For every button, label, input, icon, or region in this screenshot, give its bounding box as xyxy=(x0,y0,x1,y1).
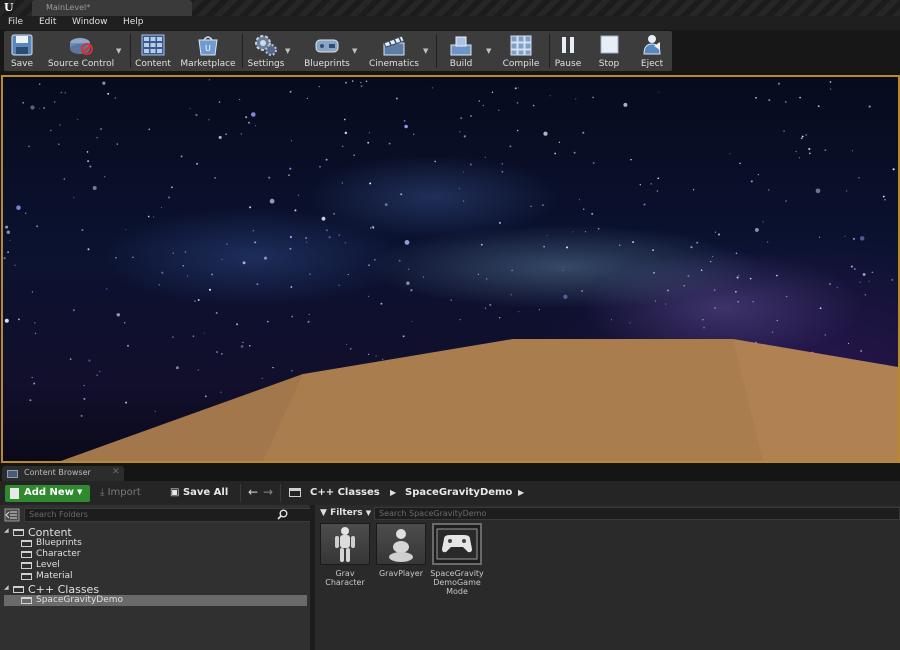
compile-button[interactable]: Compile xyxy=(500,31,542,71)
new-file-icon xyxy=(10,488,19,499)
stop-icon xyxy=(600,35,619,54)
chevron-down-icon: ▼ xyxy=(77,488,83,496)
ground-plane xyxy=(61,339,898,461)
toggle-sources-icon[interactable] xyxy=(4,508,20,522)
import-button[interactable]: ⤓ Import xyxy=(100,487,141,498)
toolbar-separator xyxy=(436,34,437,68)
menu-edit[interactable]: Edit xyxy=(39,17,56,27)
filters-label: Filters xyxy=(330,508,363,518)
add-new-button[interactable]: Add New ▼ xyxy=(5,485,90,502)
forward-arrow-icon[interactable]: → xyxy=(263,485,273,499)
folder-icon xyxy=(13,529,24,536)
toolbar-separator xyxy=(240,484,241,502)
gamepad-icon xyxy=(436,528,478,560)
level-viewport[interactable] xyxy=(1,75,900,463)
content-browser-tab-icon xyxy=(7,470,18,478)
filter-funnel-icon: ▼ xyxy=(320,508,327,518)
breadcrumb-separator-icon[interactable]: ▶ xyxy=(390,488,396,497)
folder-icon xyxy=(21,562,32,569)
build-dropdown-icon[interactable]: ▼ xyxy=(486,47,491,55)
asset-search-input[interactable]: Search SpaceGravityDemo xyxy=(374,507,900,520)
source-control-icon xyxy=(70,38,93,55)
build-icon xyxy=(450,36,472,56)
back-arrow-icon[interactable]: ← xyxy=(248,485,258,499)
asset-thumbnail xyxy=(320,523,370,565)
marketplace-button[interactable]: U Marketplace xyxy=(178,31,238,71)
eject-button[interactable]: Eject xyxy=(635,31,669,71)
folder-icon xyxy=(21,597,32,604)
menu-window[interactable]: Window xyxy=(72,17,108,27)
toolbar-separator xyxy=(549,34,550,68)
import-icon: ⤓ xyxy=(100,487,105,498)
toolbar-separator xyxy=(242,34,243,68)
add-new-label: Add New xyxy=(24,487,74,498)
pause-button[interactable]: Pause xyxy=(552,31,584,71)
settings-button[interactable]: Settings xyxy=(246,31,286,71)
settings-dropdown-icon[interactable]: ▼ xyxy=(285,47,290,55)
compile-icon xyxy=(510,35,532,56)
folder-icon xyxy=(21,551,32,558)
main-toolbar: Save Source Control ▼ Content U Marketpl… xyxy=(0,30,900,72)
character-mannequin-icon xyxy=(335,527,355,562)
save-button[interactable]: Save xyxy=(4,31,40,71)
search-icon[interactable] xyxy=(277,509,288,520)
source-control-dropdown-icon[interactable]: ▼ xyxy=(116,47,121,55)
save-all-icon: ▣ xyxy=(170,487,180,498)
cinematics-button[interactable]: Cinematics xyxy=(366,31,422,71)
level-tab[interactable]: MainLevel* xyxy=(32,0,192,16)
folder-tree-panel: Search Folders ◢ Content Blueprints Char… xyxy=(0,505,311,650)
content-button[interactable]: Content xyxy=(134,31,172,71)
unreal-logo-icon: U xyxy=(4,1,14,14)
blueprints-dropdown-icon[interactable]: ▼ xyxy=(352,47,357,55)
content-icon xyxy=(141,34,165,56)
content-browser-tab[interactable]: Content Browser ✕ xyxy=(2,466,124,481)
cinematics-dropdown-icon[interactable]: ▼ xyxy=(423,47,428,55)
folder-icon xyxy=(289,488,301,497)
blueprints-icon xyxy=(315,39,339,53)
pause-icon xyxy=(562,37,574,53)
expand-triangle-icon[interactable]: ◢ xyxy=(4,527,9,534)
eject-icon xyxy=(643,35,661,55)
stop-button[interactable]: Stop xyxy=(593,31,625,71)
blueprints-button[interactable]: Blueprints xyxy=(302,31,352,71)
save-all-label: Save All xyxy=(182,487,229,498)
toolbar-separator xyxy=(130,34,131,68)
title-bar: U MainLevel* xyxy=(0,0,900,16)
save-icon xyxy=(11,34,33,56)
chevron-down-icon: ▼ xyxy=(365,509,372,517)
settings-icon xyxy=(255,35,277,56)
asset-name: SpaceGravity DemoGame Mode xyxy=(430,569,484,596)
cinematics-icon xyxy=(383,35,405,56)
asset-view-panel: ▼ Filters ▼ Search SpaceGravityDemo Grav… xyxy=(315,505,900,650)
content-browser-tabstrip: Content Browser ✕ xyxy=(0,465,900,481)
toolbar-separator xyxy=(280,484,281,502)
close-icon[interactable]: ✕ xyxy=(112,467,120,477)
marketplace-icon: U xyxy=(198,36,218,56)
breadcrumb-spacegravitydemo[interactable]: SpaceGravityDemo xyxy=(405,487,512,498)
pawn-icon xyxy=(389,529,413,562)
asset-thumbnail xyxy=(432,523,482,565)
filters-button[interactable]: ▼ Filters ▼ xyxy=(320,508,371,518)
level-tab-label: MainLevel* xyxy=(46,3,91,12)
import-label: Import xyxy=(107,487,141,498)
content-browser-toolbar: Add New ▼ ⤓ Import ▣ Save All ← → C++ Cl… xyxy=(0,481,900,505)
breadcrumb-separator-icon[interactable]: ▶ xyxy=(518,488,524,497)
folder-icon xyxy=(13,586,24,593)
build-button[interactable]: Build xyxy=(440,31,482,71)
menu-bar: File Edit Window Help xyxy=(0,16,900,30)
folder-icon xyxy=(21,540,32,547)
asset-thumbnail xyxy=(376,523,426,565)
save-all-button[interactable]: ▣ Save All xyxy=(170,487,228,498)
folder-search-input[interactable]: Search Folders xyxy=(24,508,311,522)
content-browser-tab-label: Content Browser xyxy=(24,468,91,477)
menu-file[interactable]: File xyxy=(8,17,23,27)
svg-text:U: U xyxy=(205,44,211,53)
folder-icon xyxy=(21,573,32,580)
breadcrumb-cpp-classes[interactable]: C++ Classes xyxy=(310,487,380,498)
menu-help[interactable]: Help xyxy=(123,17,144,27)
source-control-button[interactable]: Source Control xyxy=(44,31,118,71)
expand-triangle-icon[interactable]: ◢ xyxy=(4,584,9,591)
